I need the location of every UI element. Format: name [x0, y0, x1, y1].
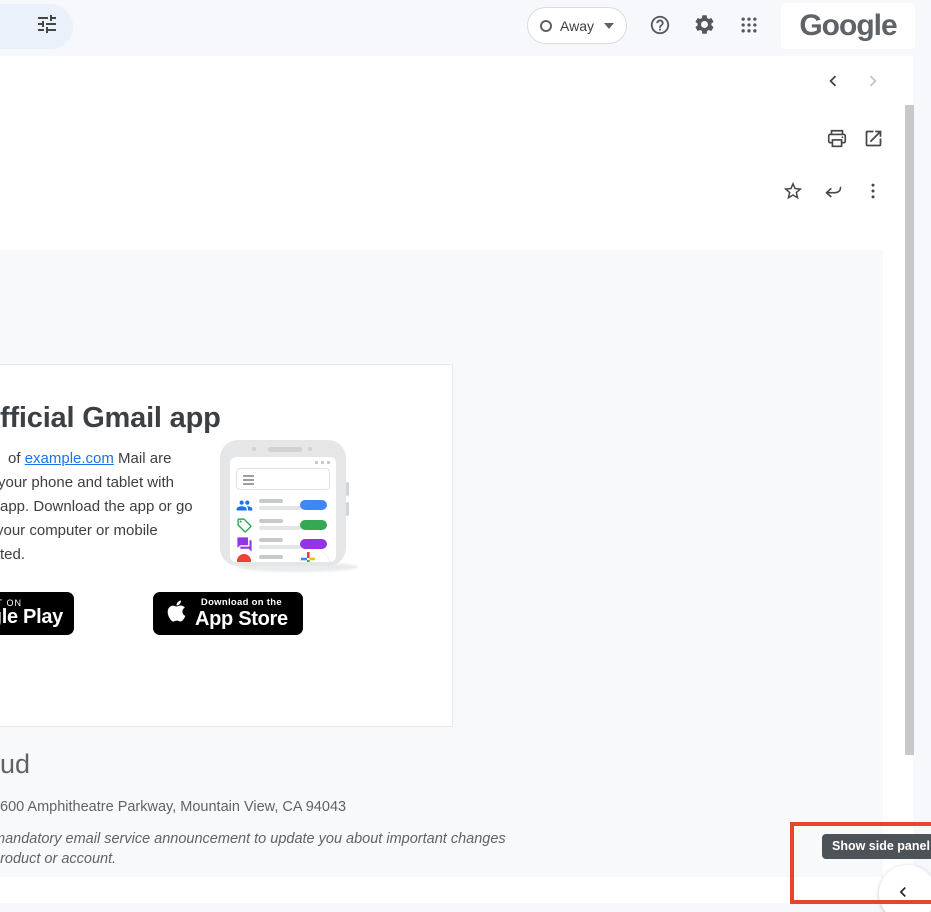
body-line-4: your computer or mobile — [0, 522, 158, 539]
phone-status-icons — [315, 461, 330, 464]
phone-illustration — [220, 440, 346, 566]
more-vert-icon — [863, 181, 883, 204]
google-play-badge[interactable]: GET IT ON Google Play — [0, 592, 74, 635]
phone-inbox-row — [236, 517, 330, 533]
phone-sensor-dot — [308, 447, 312, 451]
gmail-window: Away Google — [0, 0, 931, 912]
star-button[interactable] — [773, 172, 813, 212]
gear-icon — [693, 13, 716, 39]
footer-brand: ud — [0, 749, 30, 780]
footer-address: 600 Amphitheatre Parkway, Mountain View,… — [0, 799, 346, 815]
account-logo[interactable]: Google — [781, 3, 915, 49]
tune-icon — [35, 12, 59, 41]
top-bar: Away Google — [0, 0, 931, 56]
print-button[interactable] — [817, 120, 857, 160]
show-side-panel-button[interactable] — [879, 865, 931, 912]
phone-camera-dot — [252, 447, 256, 451]
reply-arrow-icon — [823, 180, 844, 204]
chevron-right-icon — [862, 70, 884, 95]
phone-screen — [230, 457, 336, 562]
body-line-3: app. Download the app or go — [0, 498, 193, 515]
google-wordmark: Google — [799, 9, 896, 43]
green-pill — [300, 520, 327, 530]
search-options-button[interactable] — [0, 4, 73, 49]
settings-button[interactable] — [684, 6, 724, 46]
contacts-icon — [236, 497, 253, 514]
body-line-2: your phone and tablet with — [0, 474, 174, 491]
phone-inbox-row — [236, 536, 330, 552]
email-heading: fficial Gmail app — [0, 402, 221, 435]
reply-button[interactable] — [813, 172, 853, 212]
apps-grid-icon — [739, 15, 759, 38]
chevron-left-icon — [893, 882, 913, 905]
chat-icon — [236, 536, 253, 553]
open-in-new-window-button[interactable] — [853, 120, 893, 160]
open-in-new-icon — [863, 128, 884, 152]
body-line-1: of example.com Mail are — [8, 450, 171, 467]
blue-pill — [300, 500, 327, 510]
phone-volume-button — [346, 502, 349, 516]
app-store-badge[interactable]: Download on the App Store — [153, 592, 303, 635]
right-margin — [913, 56, 931, 912]
help-button[interactable] — [640, 6, 680, 46]
red-dot-icon — [237, 554, 251, 562]
footer-disclaimer-line-1: mandatory email service announcement to … — [0, 831, 506, 847]
star-outline-icon — [782, 180, 804, 205]
label-icon — [236, 517, 253, 534]
phone-inbox-row — [236, 497, 330, 513]
apple-logo-icon — [167, 599, 186, 628]
vertical-scrollbar[interactable] — [905, 105, 914, 755]
phone-speaker — [268, 447, 302, 452]
compose-plus-icon — [300, 551, 330, 562]
availability-status-selector[interactable]: Away — [527, 7, 627, 44]
away-status-icon — [540, 20, 552, 32]
printer-icon — [826, 128, 848, 153]
help-icon — [649, 14, 671, 39]
more-options-button[interactable] — [853, 172, 893, 212]
chevron-left-icon — [822, 70, 844, 95]
purple-pill — [300, 539, 327, 549]
example-com-link[interactable]: example.com — [25, 450, 114, 467]
show-side-panel-tooltip: Show side panel — [822, 834, 931, 859]
phone-inbox-row — [236, 553, 330, 562]
bottom-margin — [0, 903, 931, 912]
chevron-down-icon — [604, 23, 614, 29]
status-label: Away — [560, 18, 594, 34]
phone-search-bar — [236, 468, 330, 490]
body-line-5: ted. — [0, 546, 25, 563]
older-email-button[interactable] — [853, 62, 893, 102]
footer-disclaimer-line-2: product or account. — [0, 851, 116, 867]
newer-email-button[interactable] — [813, 62, 853, 102]
phone-volume-button — [346, 482, 349, 496]
google-apps-button[interactable] — [729, 6, 769, 46]
